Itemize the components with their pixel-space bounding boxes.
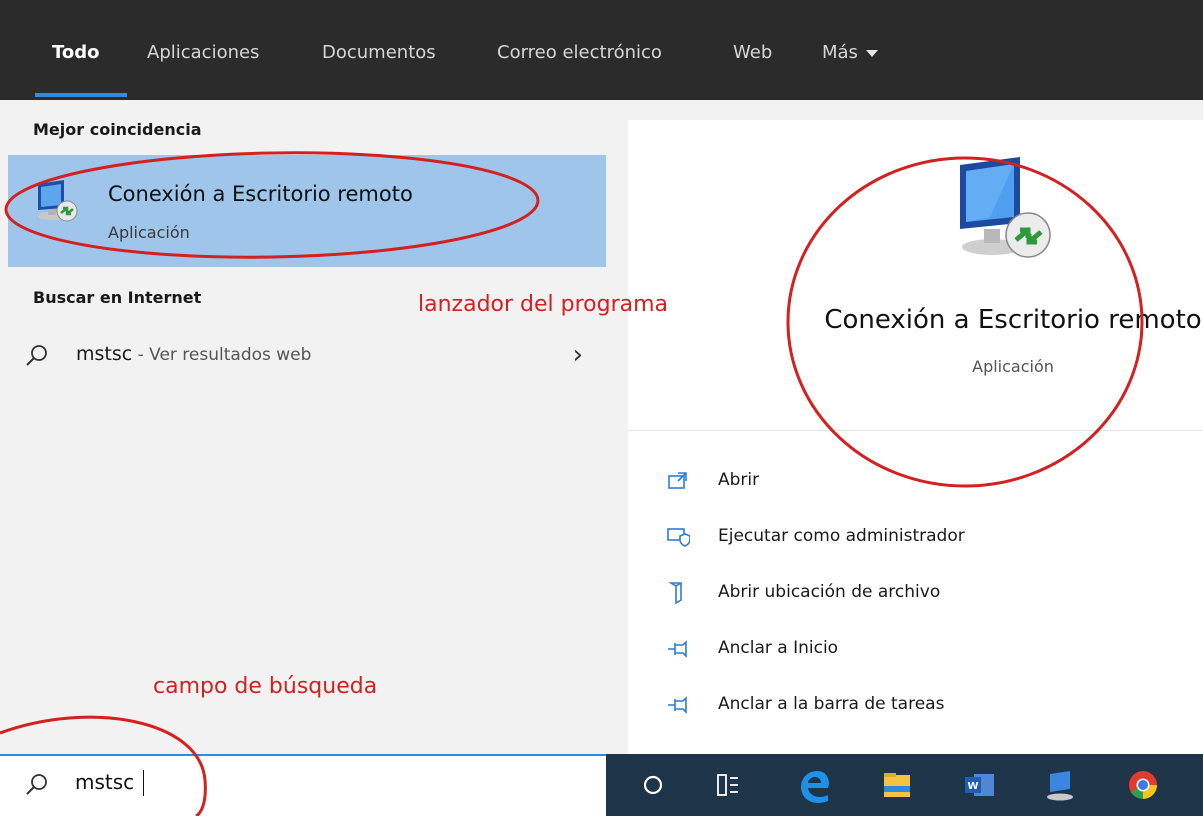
action-pin-taskbar[interactable]: Anclar a la barra de tareas bbox=[666, 691, 1166, 721]
web-search-query: mstsc - Ver resultados web bbox=[76, 343, 311, 365]
search-box[interactable]: mstsc bbox=[0, 754, 606, 816]
tab-documentos[interactable]: Documentos bbox=[322, 42, 436, 63]
tab-correo[interactable]: Correo electrónico bbox=[497, 42, 662, 63]
tab-aplicaciones[interactable]: Aplicaciones bbox=[147, 42, 259, 63]
best-match-result[interactable]: Conexión a Escritorio remoto Aplicación bbox=[8, 155, 606, 267]
pin-icon bbox=[668, 696, 687, 714]
action-pin-start-label: Anclar a Inicio bbox=[718, 638, 839, 658]
web-search-result[interactable]: mstsc - Ver resultados web › bbox=[23, 340, 583, 374]
tab-web[interactable]: Web bbox=[733, 42, 772, 63]
web-query-suffix: - Ver resultados web bbox=[132, 345, 312, 365]
action-open[interactable]: Abrir bbox=[666, 467, 1166, 497]
action-pin-taskbar-label: Anclar a la barra de tareas bbox=[718, 694, 945, 714]
preview-panel: Conexión a Escritorio remoto Aplicación … bbox=[606, 100, 1203, 816]
shield-icon bbox=[667, 528, 690, 547]
best-match-subtitle: Aplicación bbox=[108, 223, 190, 242]
best-match-title: Conexión a Escritorio remoto bbox=[108, 182, 413, 206]
annotation-launcher: lanzador del programa bbox=[418, 292, 669, 317]
remote-desktop-icon bbox=[38, 180, 78, 222]
action-open-file-location-label: Abrir ubicación de archivo bbox=[718, 582, 941, 602]
svg-text:W: W bbox=[967, 781, 978, 792]
web-search-header: Buscar en Internet bbox=[33, 288, 202, 307]
word-icon[interactable]: W bbox=[958, 764, 1000, 806]
app-preview: Conexión a Escritorio remoto Aplicación bbox=[628, 120, 1203, 430]
pin-icon bbox=[668, 640, 687, 658]
best-match-header: Mejor coincidencia bbox=[33, 120, 202, 139]
active-tab-indicator bbox=[35, 93, 127, 97]
action-pin-start[interactable]: Anclar a Inicio bbox=[666, 635, 1166, 665]
preview-subtitle: Aplicación bbox=[972, 357, 1054, 376]
tab-mas-label: Más bbox=[822, 42, 858, 63]
taskbar: W bbox=[606, 754, 1203, 816]
edge-icon[interactable] bbox=[794, 764, 836, 806]
remote-desktop-icon[interactable] bbox=[1040, 764, 1082, 806]
text-cursor bbox=[143, 770, 144, 796]
web-query-text: mstsc bbox=[76, 343, 133, 365]
action-run-as-admin[interactable]: Ejecutar como administrador bbox=[666, 523, 1166, 553]
action-run-as-admin-label: Ejecutar como administrador bbox=[718, 526, 965, 546]
search-filter-bar: Todo Aplicaciones Documentos Correo elec… bbox=[0, 0, 1203, 100]
preview-title: Conexión a Escritorio remoto bbox=[824, 305, 1202, 335]
file-explorer-icon[interactable] bbox=[876, 764, 918, 806]
annotation-search-field: campo de búsqueda bbox=[153, 674, 378, 699]
results-list: Mejor coincidencia Conexión a Escritorio… bbox=[0, 100, 606, 754]
open-icon bbox=[668, 472, 687, 489]
action-open-file-location[interactable]: Abrir ubicación de archivo bbox=[666, 579, 1166, 609]
folder-location-icon bbox=[668, 582, 682, 605]
actions-list: Abrir Ejecutar como administrador Abrir … bbox=[628, 430, 1203, 755]
tab-mas[interactable]: Más bbox=[822, 42, 878, 63]
cortana-icon[interactable] bbox=[632, 764, 674, 806]
search-icon bbox=[26, 774, 47, 795]
remote-desktop-icon bbox=[960, 157, 1051, 258]
action-open-label: Abrir bbox=[718, 470, 760, 490]
chevron-right-icon[interactable]: › bbox=[573, 340, 583, 370]
task-view-icon[interactable] bbox=[706, 764, 748, 806]
chrome-icon[interactable] bbox=[1122, 764, 1164, 806]
search-input[interactable]: mstsc bbox=[75, 770, 575, 794]
search-icon bbox=[26, 345, 47, 366]
chevron-down-icon bbox=[865, 49, 878, 57]
tab-todo[interactable]: Todo bbox=[52, 42, 100, 63]
